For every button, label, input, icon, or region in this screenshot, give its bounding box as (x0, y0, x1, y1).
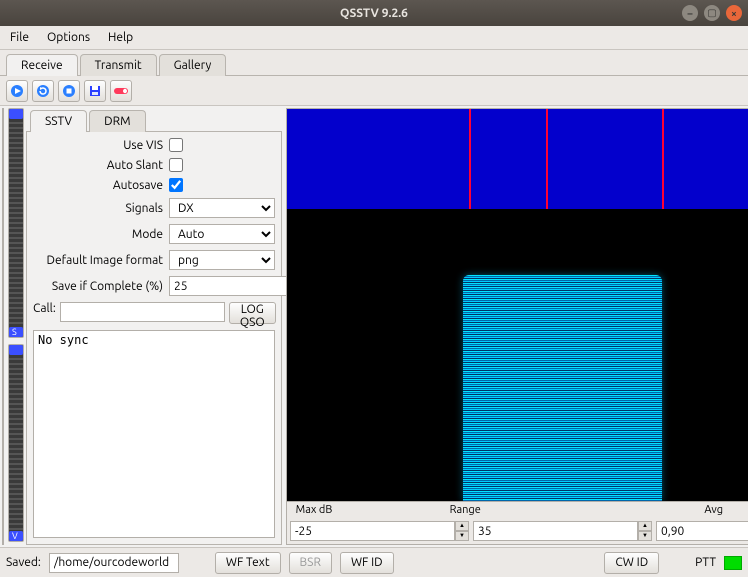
cw-id-button[interactable]: CW ID (604, 552, 659, 574)
restart-icon (36, 84, 50, 98)
titlebar: QSSTV 9.2.6 – ▢ × (0, 0, 748, 26)
subtab-sstv[interactable]: SSTV (30, 110, 87, 132)
svg-text:S: S (12, 327, 17, 337)
vu-meter-column: S V (6, 106, 24, 547)
saved-label: Saved: (6, 556, 41, 569)
freq-marker-3[interactable] (662, 109, 664, 209)
menu-help[interactable]: Help (108, 31, 133, 44)
play-icon (10, 84, 24, 98)
main-tabs: Receive Transmit Gallery (0, 50, 748, 76)
subtab-drm[interactable]: DRM (89, 110, 145, 132)
maximize-button[interactable]: ▢ (704, 5, 720, 21)
wf-id-button[interactable]: WF ID (340, 552, 394, 574)
floppy-icon (88, 84, 102, 98)
maxdb-spinner[interactable] (290, 521, 455, 541)
call-label: Call: (33, 302, 56, 324)
wf-control-labels: Max dB Range Avg (287, 501, 748, 518)
maxdb-label: Max dB (291, 504, 337, 516)
log-qso-button[interactable]: LOG QSO (229, 302, 276, 324)
save-button[interactable] (84, 80, 106, 102)
waterfall-pane: Max dB Range Avg ▲▼ ▲▼ ▲▼ (286, 108, 748, 545)
default-format-label: Default Image format (33, 254, 163, 267)
svg-text:V: V (12, 531, 18, 541)
saved-path-field[interactable] (49, 553, 179, 573)
autosave-checkbox[interactable] (169, 178, 183, 192)
meter-cap-icon (9, 345, 23, 355)
spin-down-button[interactable]: ▼ (455, 531, 469, 541)
stop-icon (62, 84, 76, 98)
window-buttons: – ▢ × (682, 5, 742, 21)
settings-pane: SSTV DRM Use VIS Auto Slant Autosave Sig… (26, 108, 282, 545)
receive-toolbar (0, 76, 748, 106)
spectrum-display[interactable] (287, 109, 748, 209)
avg-spinner[interactable] (656, 521, 748, 541)
meter-sync-indicator: S (9, 327, 23, 337)
default-format-select[interactable]: png (169, 250, 275, 270)
tab-transmit[interactable]: Transmit (80, 54, 157, 76)
spin-down-button[interactable]: ▼ (638, 531, 652, 541)
save-complete-label: Save if Complete (%) (33, 280, 163, 293)
sync-meter: S (8, 108, 24, 338)
eraser-icon (113, 85, 129, 97)
tab-receive[interactable]: Receive (6, 54, 78, 76)
menu-file[interactable]: File (10, 31, 29, 44)
auto-slant-label: Auto Slant (33, 159, 163, 172)
main-content: S V SSTV DRM Use VIS Auto Slant (0, 106, 748, 547)
ptt-led-icon (724, 556, 742, 570)
menu-options[interactable]: Options (47, 31, 90, 44)
auto-slant-checkbox[interactable] (169, 158, 183, 172)
minimize-button[interactable]: – (682, 5, 698, 21)
spin-up-button[interactable]: ▲ (638, 521, 652, 531)
wf-controls: ▲▼ ▲▼ ▲▼ (287, 518, 748, 544)
use-vis-label: Use VIS (33, 139, 163, 152)
statusbar: Saved: WF Text BSR WF ID CW ID PTT (0, 547, 748, 577)
meter-vol-indicator: V (9, 531, 23, 541)
freq-marker-2[interactable] (546, 109, 548, 209)
mode-select[interactable]: Auto (169, 224, 275, 244)
range-label: Range (345, 504, 586, 516)
waterfall-display[interactable] (287, 209, 748, 501)
window-title: QSSTV 9.2.6 (0, 7, 748, 20)
meter-cap-icon (9, 109, 23, 119)
bsr-button[interactable]: BSR (289, 552, 332, 574)
receive-image-pane (2, 108, 4, 545)
sstv-settings: Use VIS Auto Slant Autosave Signals DX M… (26, 132, 282, 545)
range-spinner[interactable] (473, 521, 638, 541)
close-button[interactable]: × (726, 5, 742, 21)
wf-text-button[interactable]: WF Text (215, 552, 281, 574)
play-button[interactable] (6, 80, 28, 102)
restart-button[interactable] (32, 80, 54, 102)
menubar: File Options Help (0, 26, 748, 50)
autosave-label: Autosave (33, 179, 163, 192)
stop-button[interactable] (58, 80, 80, 102)
freq-marker-1[interactable] (469, 109, 471, 209)
signals-label: Signals (33, 202, 163, 215)
spin-up-button[interactable]: ▲ (455, 521, 469, 531)
sync-log: No sync (33, 330, 275, 538)
tab-gallery[interactable]: Gallery (159, 54, 227, 76)
call-input[interactable] (60, 302, 225, 322)
volume-meter: V (8, 344, 24, 542)
ptt-label: PTT (695, 556, 716, 569)
use-vis-checkbox[interactable] (169, 138, 183, 152)
erase-button[interactable] (110, 80, 132, 102)
received-image (2, 235, 4, 475)
mode-label: Mode (33, 228, 163, 241)
signals-select[interactable]: DX (169, 198, 275, 218)
mode-subtabs: SSTV DRM (26, 108, 282, 132)
avg-label: Avg (594, 504, 748, 516)
